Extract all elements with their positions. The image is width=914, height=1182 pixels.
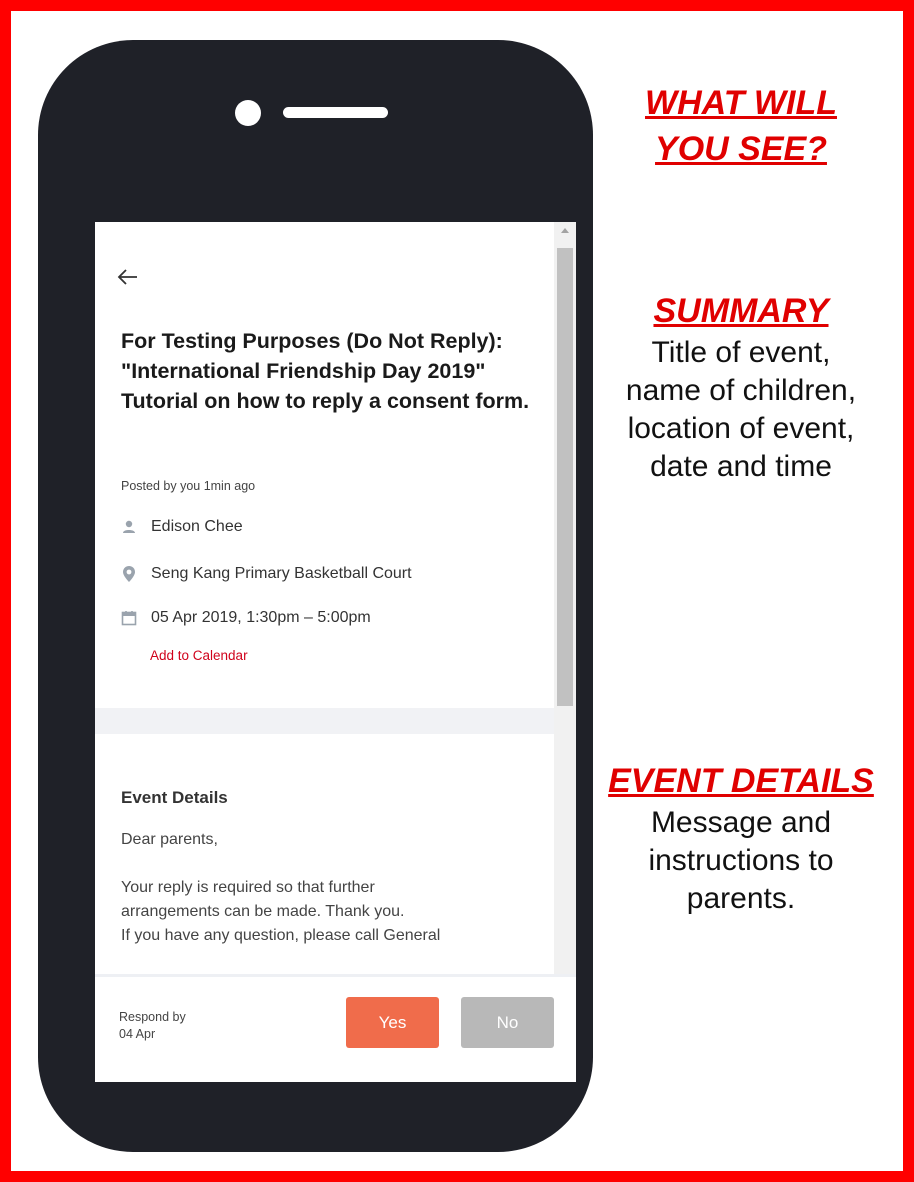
- respond-by-date: 04 Apr: [119, 1027, 156, 1041]
- phone-screen: For Testing Purposes (Do Not Reply): "In…: [95, 222, 576, 1082]
- location-row: Seng Kang Primary Basketball Court: [121, 565, 412, 583]
- details-heading: EVENT DETAILS: [608, 762, 874, 800]
- details-desc-3: parents.: [686, 882, 796, 915]
- child-row: Edison Chee: [121, 518, 243, 536]
- details-line-3: If you have any question, please call Ge…: [121, 927, 441, 944]
- person-icon: [121, 519, 137, 535]
- response-bar: Respond by 04 Apr Yes No: [95, 974, 576, 1082]
- post-title: For Testing Purposes (Do Not Reply): "In…: [121, 329, 530, 413]
- arrow-left-icon[interactable]: [115, 264, 141, 290]
- phone-mockup: For Testing Purposes (Do Not Reply): "In…: [38, 40, 593, 1152]
- event-datetime: 05 Apr 2019, 1:30pm – 5:00pm: [151, 609, 371, 626]
- summary-desc-2: name of children,: [625, 374, 857, 407]
- event-location: Seng Kang Primary Basketball Court: [151, 565, 412, 582]
- intro-heading-line-2: YOU SEE?: [655, 130, 827, 168]
- location-pin-icon: [121, 566, 137, 582]
- summary-desc-3: location of event,: [627, 412, 855, 445]
- greeting-text: Dear parents,: [121, 831, 218, 848]
- details-desc-2: instructions to: [648, 844, 834, 877]
- section-divider: [95, 708, 554, 734]
- intro-heading-line-1: WHAT WILL: [645, 84, 837, 122]
- datetime-row: 05 Apr 2019, 1:30pm – 5:00pm: [121, 609, 371, 627]
- details-line-2: arrangements can be made. Thank you.: [121, 903, 405, 920]
- respond-by: Respond by 04 Apr: [119, 1009, 186, 1043]
- details-line-1: Your reply is required so that further: [121, 879, 375, 896]
- event-details-heading: Event Details: [121, 788, 228, 807]
- scroll-up-arrow-icon[interactable]: [561, 228, 569, 233]
- speaker-bar: [283, 107, 388, 118]
- summary-heading: SUMMARY: [653, 292, 829, 330]
- child-name: Edison Chee: [151, 518, 243, 535]
- calendar-icon: [121, 610, 137, 626]
- post-content[interactable]: For Testing Purposes (Do Not Reply): "In…: [95, 222, 554, 974]
- details-desc-1: Message and: [650, 806, 832, 839]
- respond-by-label: Respond by: [119, 1010, 186, 1024]
- intro-annotation: WHAT WILL YOU SEE?: [568, 80, 914, 172]
- yes-button[interactable]: Yes: [346, 997, 439, 1048]
- summary-desc-1: Title of event,: [651, 336, 831, 369]
- summary-desc-4: date and time: [650, 450, 832, 483]
- no-button[interactable]: No: [461, 997, 554, 1048]
- camera-dot: [235, 100, 261, 126]
- event-details-body: Dear parents, Your reply is required so …: [121, 828, 546, 948]
- posted-meta: Posted by you 1min ago: [121, 479, 256, 493]
- details-annotation: EVENT DETAILS Message and instructions t…: [568, 758, 914, 918]
- summary-annotation: SUMMARY Title of event, name of children…: [568, 288, 914, 486]
- add-to-calendar-link[interactable]: Add to Calendar: [150, 648, 248, 663]
